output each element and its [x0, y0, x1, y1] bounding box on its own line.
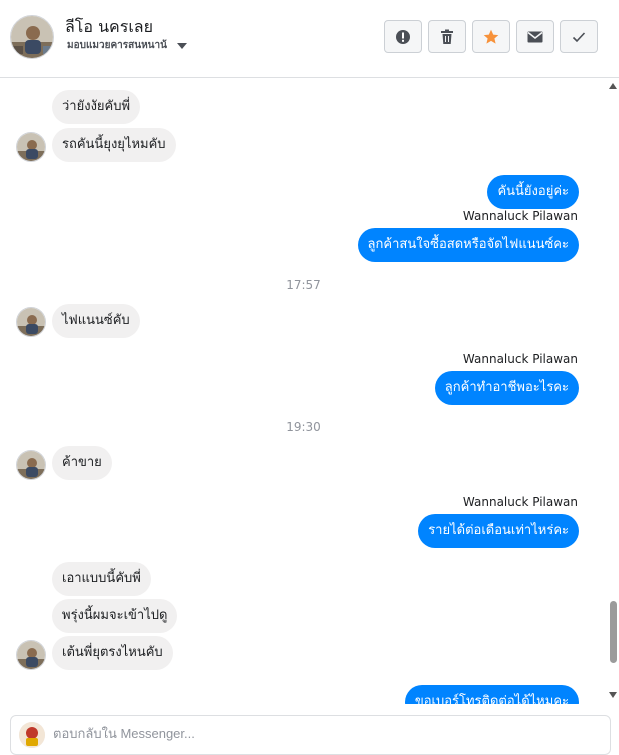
message-incoming: ไฟแนนซ์คับ — [52, 304, 140, 338]
message-incoming: เต้นพี่ยุตรงไหนคับ — [52, 636, 173, 670]
status-label: มอบแมวยคารสนหนาน้ — [67, 40, 167, 51]
contact-name[interactable]: ลีโอ นครเลย — [65, 15, 153, 40]
message-incoming: เอาแบบนี้คับพี่ — [52, 562, 151, 596]
message-thread: ว่ายังงัยคับพี่ รถคันนี้ยุงยุไหมคับ คันน… — [0, 78, 607, 704]
scroll-up-arrow-icon[interactable] — [609, 83, 617, 89]
header-actions — [384, 20, 598, 53]
exclamation-icon — [396, 29, 410, 44]
mail-button[interactable] — [516, 20, 554, 53]
contact-message-avatar — [16, 132, 46, 162]
conversation-header: ลีโอ นครเลย มอบแมวยคารสนหนาน้ — [0, 0, 619, 78]
page-avatar — [19, 722, 45, 748]
done-button[interactable] — [560, 20, 598, 53]
sender-name: Wannaluck Pilawan — [462, 352, 578, 366]
star-icon — [483, 29, 499, 44]
message-outgoing: คันนี้ยังอยู่ค่ะ — [487, 175, 579, 209]
delete-button[interactable] — [428, 20, 466, 53]
star-button[interactable] — [472, 20, 510, 53]
contact-message-avatar — [16, 640, 46, 670]
message-outgoing: ลูกค้าสนใจซื้อสดหรือจัดไฟแนนซ์คะ — [357, 228, 579, 262]
reply-input[interactable] — [53, 722, 593, 744]
message-outgoing: ขอเบอร์โทรติดต่อได้ไหมคะ — [404, 685, 579, 704]
report-button[interactable] — [384, 20, 422, 53]
scrollbar-thumb[interactable] — [610, 601, 617, 663]
thread-scrollbar[interactable] — [607, 78, 619, 704]
sender-name: Wannaluck Pilawan — [462, 209, 578, 223]
timestamp: 17:57 — [286, 278, 321, 292]
sender-name: Wannaluck Pilawan — [462, 495, 578, 509]
message-incoming: พรุ่งนี้ผมจะเข้าไปดู — [52, 599, 178, 633]
caret-down-icon — [176, 43, 187, 49]
message-outgoing: ลูกค้าทำอาชีพอะไรคะ — [434, 371, 579, 405]
contact-avatar[interactable] — [10, 15, 54, 59]
contact-message-avatar — [16, 450, 46, 480]
trash-icon — [441, 29, 453, 44]
timestamp: 19:30 — [286, 420, 321, 434]
contact-message-avatar — [16, 307, 46, 337]
reply-composer — [10, 715, 611, 755]
status-dropdown[interactable]: มอบแมวยคารสนหนาน้ — [67, 38, 187, 53]
envelope-icon — [527, 31, 543, 42]
message-outgoing: รายได้ต่อเดือนเท่าไหร่คะ — [418, 514, 579, 548]
scroll-down-arrow-icon[interactable] — [609, 692, 617, 698]
message-incoming: ค้าขาย — [52, 446, 112, 480]
message-incoming: รถคันนี้ยุงยุไหมคับ — [52, 128, 176, 162]
message-incoming: ว่ายังงัยคับพี่ — [52, 90, 141, 124]
checkmark-icon — [572, 31, 586, 42]
